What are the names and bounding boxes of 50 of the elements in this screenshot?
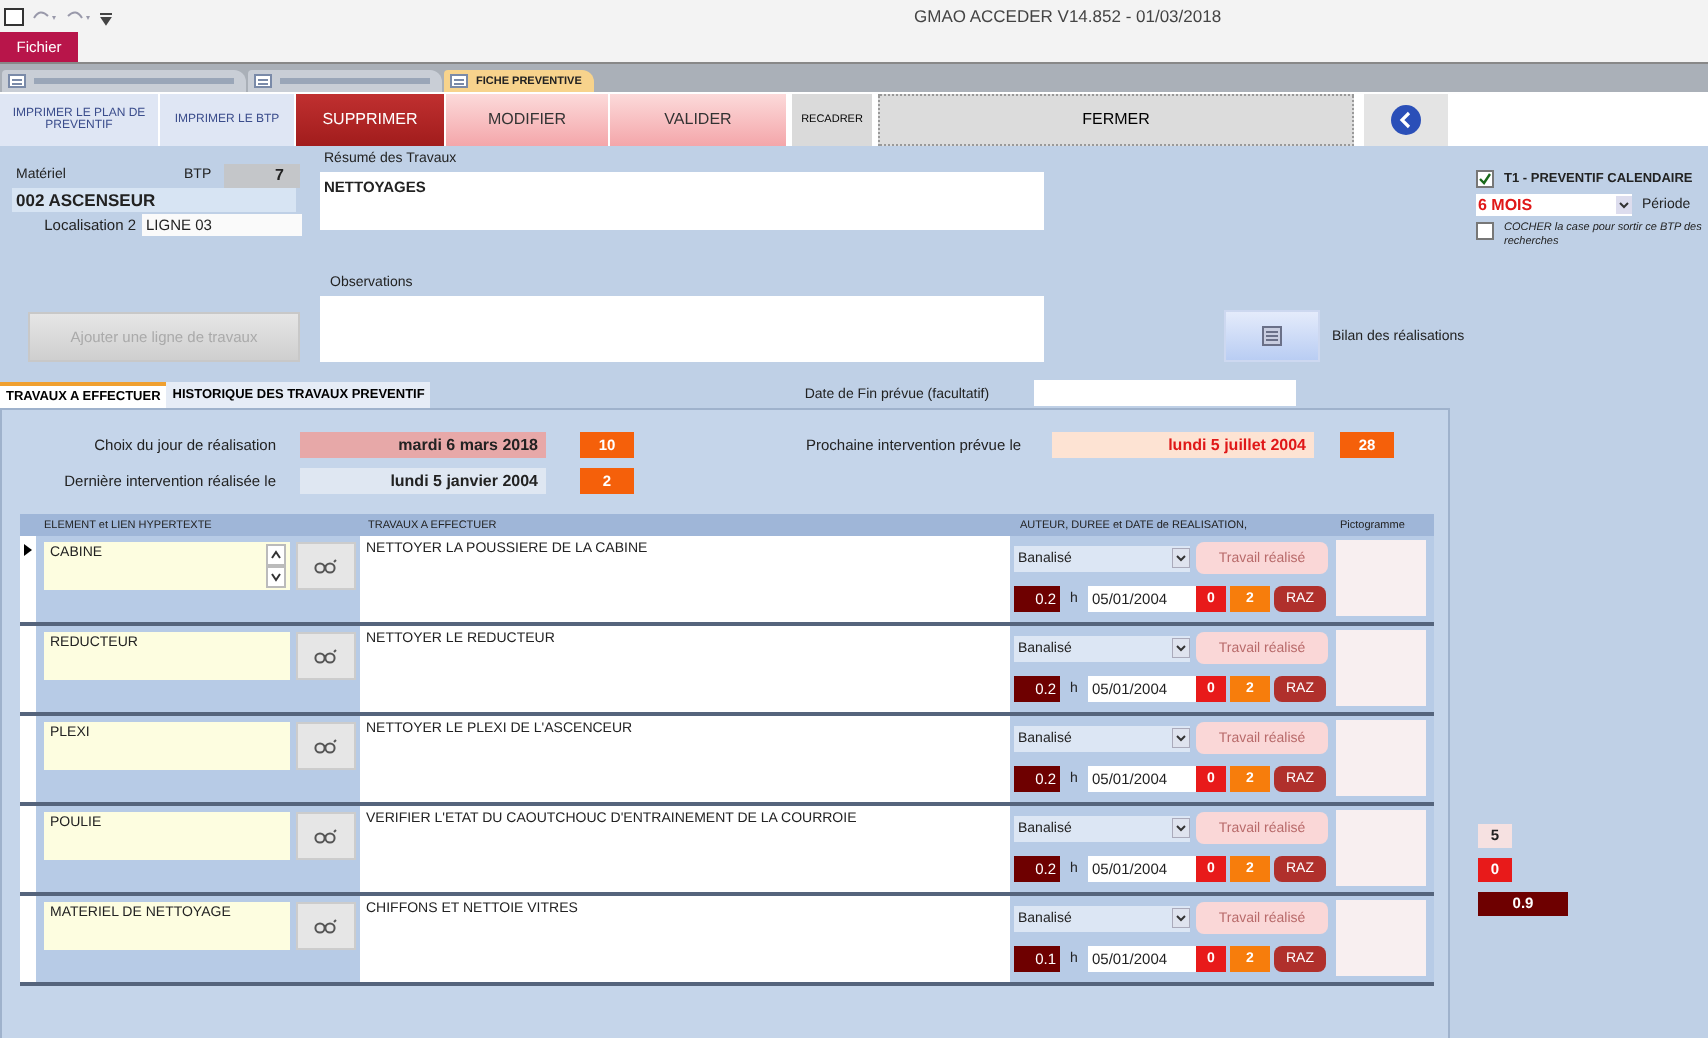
date-field[interactable]: mardi 6 mars 2018	[300, 432, 546, 458]
checkbox[interactable]	[1476, 170, 1494, 188]
pictogram-field	[1336, 810, 1426, 886]
dropdown-arrow-icon[interactable]	[1172, 548, 1190, 568]
spinner-icon[interactable]	[266, 544, 286, 588]
pictogram-field	[1336, 630, 1426, 706]
report-button[interactable]	[1224, 310, 1320, 362]
binoculars-icon	[314, 738, 338, 754]
back-icon	[1390, 103, 1422, 135]
check-icon	[1478, 172, 1492, 186]
binoculars-icon	[314, 558, 338, 574]
dropdown-arrow-icon[interactable]	[1616, 196, 1632, 214]
binoculars-button[interactable]	[296, 812, 356, 860]
btp-field[interactable]: 7	[224, 163, 300, 187]
dropdown-arrow-icon[interactable]	[1172, 908, 1190, 928]
dropdown-arrow-icon[interactable]	[1172, 818, 1190, 838]
pictogram-field	[1336, 900, 1426, 976]
observations-field[interactable]	[320, 296, 1044, 362]
binoculars-button[interactable]	[296, 902, 356, 950]
binoculars-icon	[314, 648, 338, 664]
back-button[interactable]	[1364, 93, 1448, 145]
binoculars-button[interactable]	[296, 542, 356, 590]
toolbar-button[interactable]: FERMER	[878, 93, 1354, 145]
window-icon[interactable]	[4, 7, 24, 25]
row-pointer-icon	[24, 544, 32, 556]
dropdown-arrow-icon[interactable]	[1172, 728, 1190, 748]
form-icon	[450, 74, 468, 88]
customize-icon[interactable]	[98, 7, 114, 25]
binoculars-button[interactable]	[296, 722, 356, 770]
binoculars-icon	[314, 918, 338, 934]
report-icon	[1262, 326, 1282, 346]
equipment-field[interactable]: 002 ASCENSEUR	[12, 188, 296, 212]
toolbar-button[interactable]: SUPPRIMER	[296, 93, 444, 145]
binoculars-button[interactable]	[296, 632, 356, 680]
toolbar-button[interactable]: MODIFIER	[446, 93, 608, 145]
period-dropdown[interactable]: 6 MOIS	[1476, 194, 1632, 216]
binoculars-icon	[314, 828, 338, 844]
dropdown-arrow-icon[interactable]	[1172, 638, 1190, 658]
checkbox[interactable]	[1476, 222, 1494, 240]
pictogram-field	[1336, 540, 1426, 616]
form-icon	[254, 74, 272, 88]
end-date-field[interactable]	[1034, 380, 1297, 406]
date-field[interactable]: lundi 5 juillet 2004	[1052, 432, 1314, 458]
window-title: GMAO ACCEDER V14.852 - 01/03/2018	[914, 6, 1222, 26]
record-selector[interactable]	[20, 536, 36, 622]
date-field[interactable]: lundi 5 janvier 2004	[300, 468, 546, 494]
pictogram-field	[1336, 720, 1426, 796]
document-tab[interactable]	[248, 70, 442, 92]
toolbar-button[interactable]: VALIDER	[610, 93, 786, 145]
form-icon	[8, 74, 26, 88]
